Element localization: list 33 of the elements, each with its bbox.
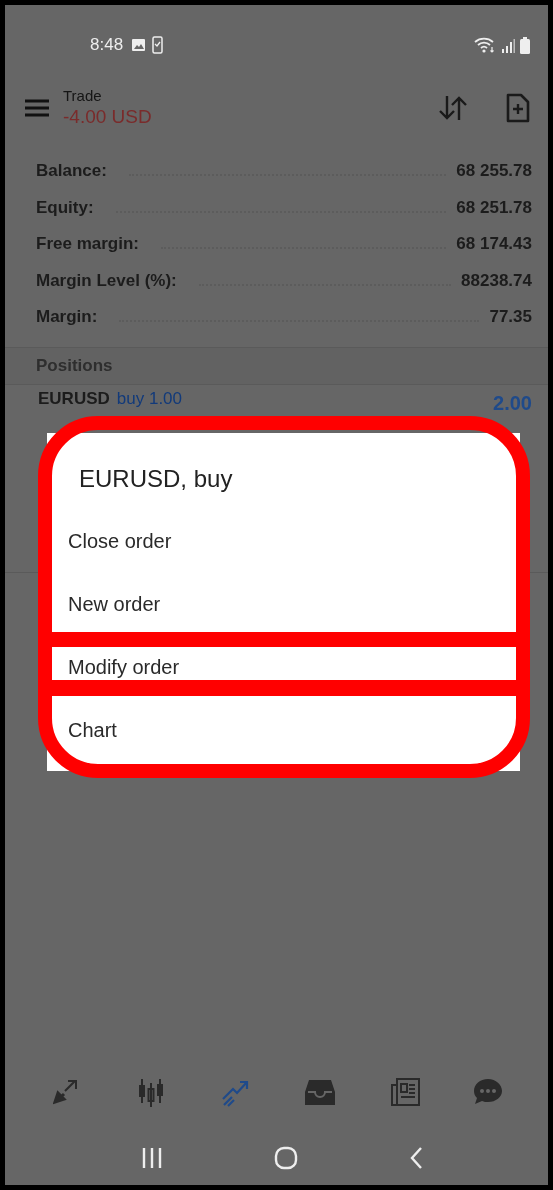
account-label: Balance:: [36, 161, 107, 182]
signal-icon: [501, 37, 515, 53]
position-volume: buy 1.00: [116, 387, 183, 410]
recent-apps-icon[interactable]: [140, 1146, 163, 1169]
newspaper-icon[interactable]: [388, 1076, 420, 1108]
phone-check-icon: [152, 36, 164, 54]
status-time: 8:48: [90, 35, 124, 55]
menu-item[interactable]: Modify order: [47, 636, 520, 699]
wifi-icon: [474, 37, 496, 53]
menu-item[interactable]: Chart: [47, 699, 520, 762]
screen-title: Trade: [63, 87, 103, 104]
position-symbol: EURUSD: [38, 387, 110, 410]
back-icon[interactable]: [408, 1145, 423, 1170]
image-icon: [131, 38, 147, 52]
account-value: 68 174.43: [456, 234, 532, 255]
new-document-icon[interactable]: [506, 92, 530, 123]
menu-item[interactable]: Close order: [47, 510, 520, 573]
account-value: 77.35: [489, 307, 532, 328]
menu-icon[interactable]: [25, 98, 49, 117]
profit-total: -4.00 USD: [63, 106, 152, 128]
battery-icon: [520, 36, 530, 54]
account-label: Margin Level (%):: [36, 270, 177, 291]
dialog-title: EURUSD, buy: [79, 464, 234, 494]
account-value: 88238.74: [461, 270, 532, 291]
account-label: Equity:: [36, 197, 94, 218]
account-label: Margin:: [36, 307, 98, 328]
account-value: 68 255.78: [456, 161, 532, 182]
sort-arrows-icon[interactable]: [438, 94, 468, 121]
home-icon[interactable]: [273, 1145, 298, 1170]
account-label: Free margin:: [36, 234, 139, 255]
account-value: 68 251.78: [456, 197, 532, 218]
position-profit: 2.00: [493, 391, 532, 415]
menu-item[interactable]: New order: [47, 573, 520, 636]
